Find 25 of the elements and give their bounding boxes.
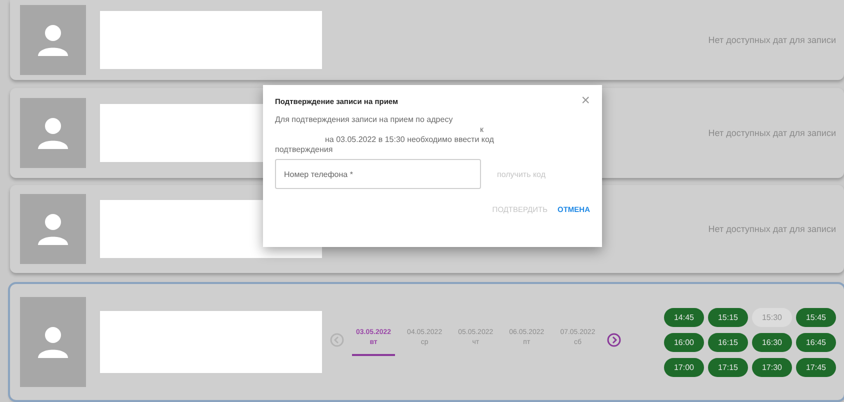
no-dates-text: Нет доступных дат для записи — [708, 128, 836, 138]
time-slot-button[interactable]: 17:00 — [664, 358, 704, 376]
next-icon[interactable] — [607, 332, 622, 346]
message-text: к — [479, 125, 484, 135]
person-icon — [36, 23, 70, 57]
time-slot-button[interactable]: 16:45 — [796, 332, 836, 352]
time-slot-button[interactable]: 14:45 — [664, 308, 704, 326]
message-text: Для подтверждения записи на прием по адресу — [275, 115, 454, 125]
no-dates-text: Нет доступных дат для записи — [708, 224, 836, 234]
time-slot-button[interactable]: 16:00 — [664, 332, 704, 352]
person-icon — [36, 116, 70, 150]
message-text: на 03.05.2022 в 15:30 необходимо ввести код — [324, 135, 495, 145]
time-slot-button[interactable]: 16:15 — [708, 332, 748, 352]
time-slot-button[interactable]: 16:30 — [752, 332, 792, 352]
time-slot-button[interactable]: 17:45 — [796, 358, 836, 376]
time-slot-button[interactable]: 17:15 — [708, 358, 748, 376]
close-icon[interactable]: × — [581, 95, 590, 107]
no-dates-text: Нет доступных дат для записи — [708, 35, 836, 45]
time-slot-button[interactable]: 15:15 — [708, 308, 748, 326]
phone-input-field[interactable]: Номер телефона * — [275, 159, 481, 189]
person-icon — [36, 325, 70, 359]
message-text: подтверждения — [275, 145, 334, 155]
person-icon — [36, 212, 70, 246]
time-slot-button[interactable]: 17:30 — [752, 358, 792, 376]
time-slot-button[interactable]: 15:45 — [796, 308, 836, 326]
